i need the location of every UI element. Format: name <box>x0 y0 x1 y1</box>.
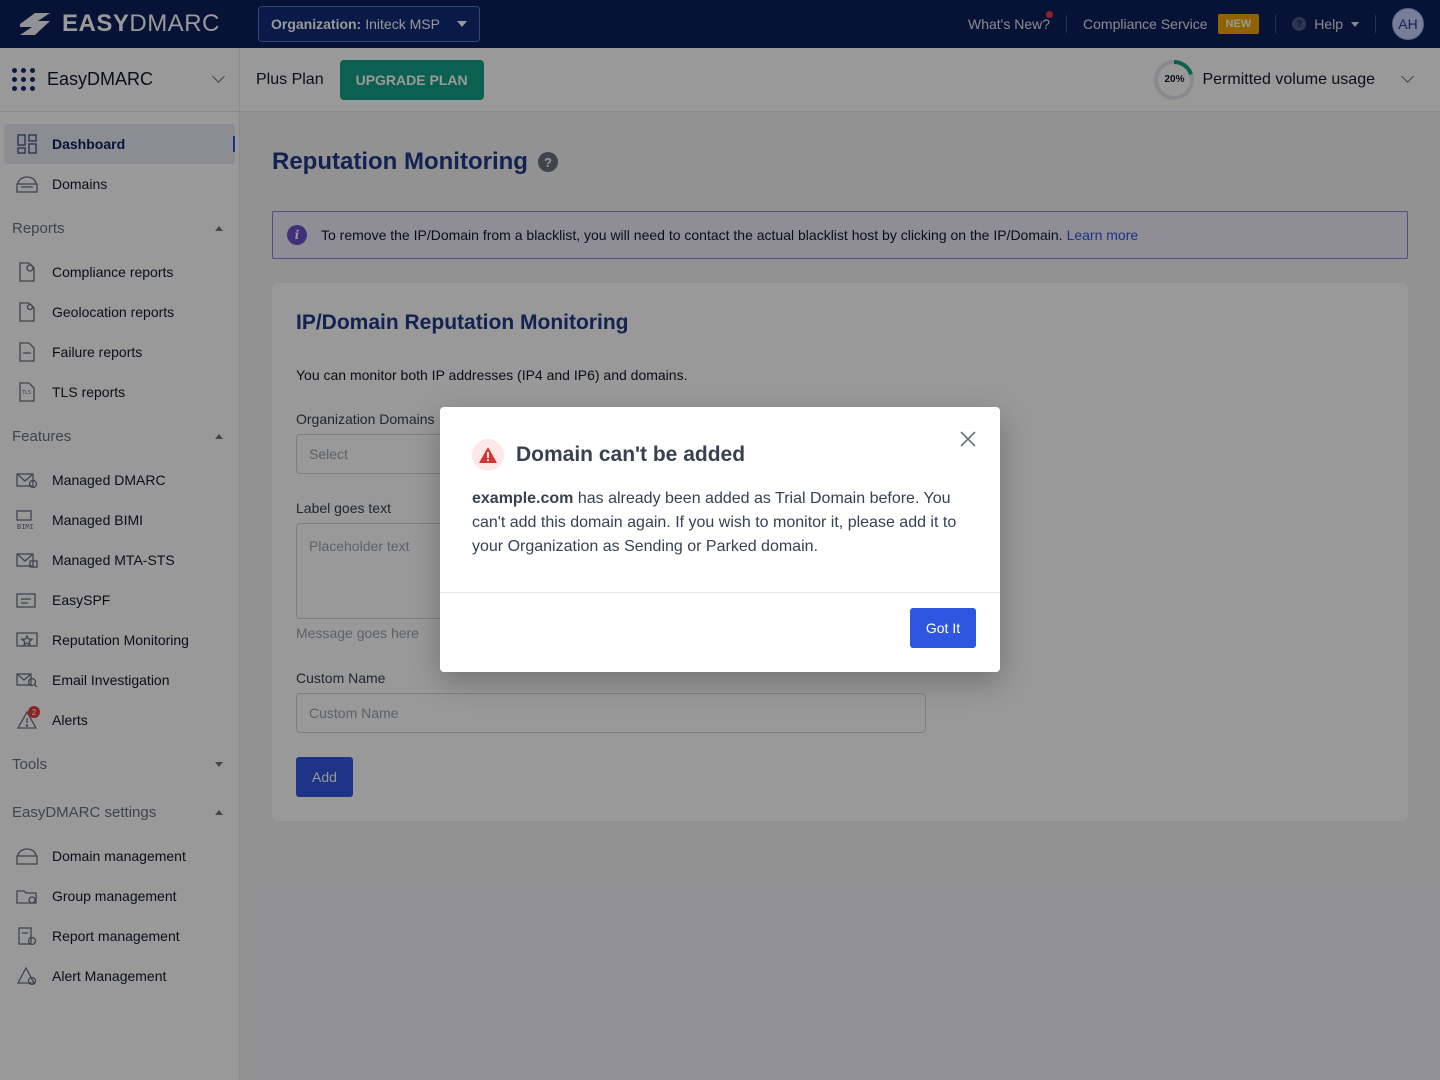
domain-error-dialog: Domain can't be added example.com has al… <box>440 407 1000 672</box>
dialog-message: example.com has already been added as Tr… <box>472 487 972 559</box>
close-icon[interactable] <box>958 429 978 449</box>
got-it-button[interactable]: Got It <box>910 608 976 648</box>
dialog-domain: example.com <box>472 490 574 507</box>
warning-icon <box>472 439 504 471</box>
dialog-title: Domain can't be added <box>516 443 746 466</box>
divider <box>440 592 1000 593</box>
